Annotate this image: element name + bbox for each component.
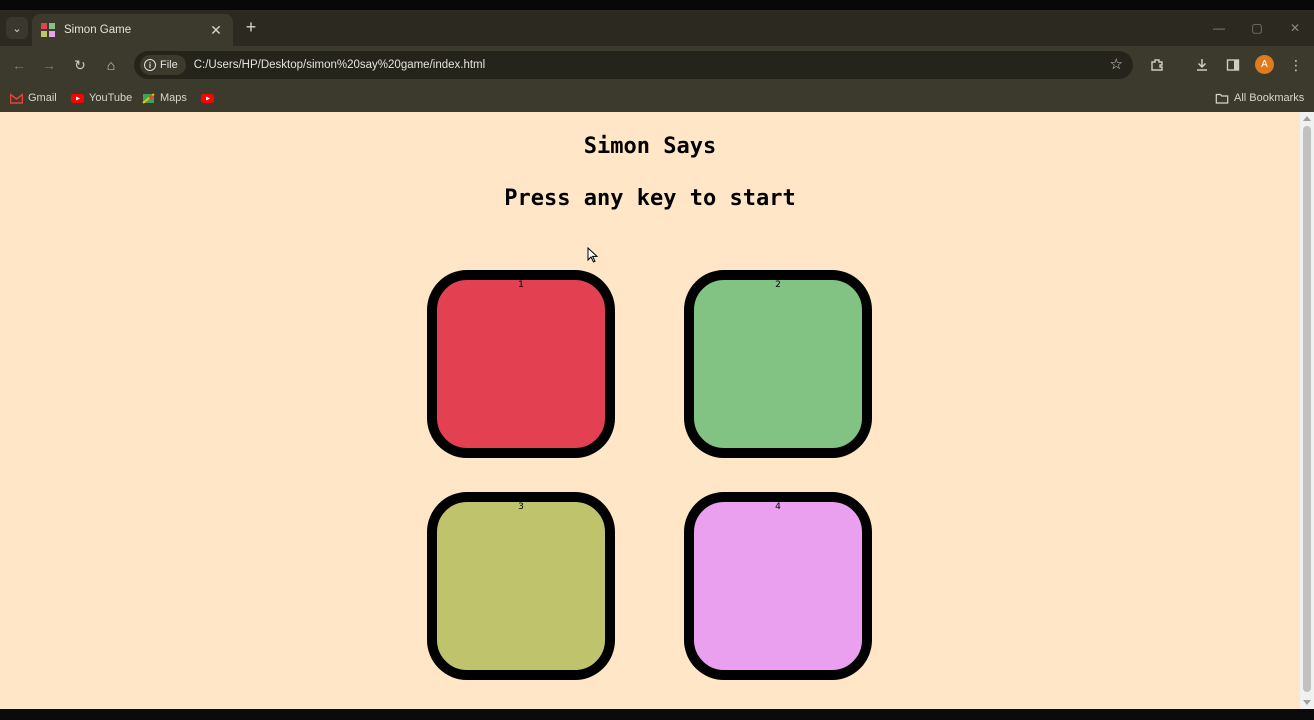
bookmarks-bar: Gmail YouTube Maps All Bookmarks: [0, 84, 1314, 112]
minimize-button[interactable]: —: [1200, 10, 1238, 46]
bookmark-star-icon[interactable]: ☆: [1110, 55, 1123, 73]
tab-favicon-icon: [41, 23, 55, 37]
maps-icon: [142, 92, 155, 104]
side-panel-icon[interactable]: [1222, 54, 1244, 76]
bookmark-gmail[interactable]: Gmail: [10, 90, 57, 106]
simon-button-purple[interactable]: 4: [684, 492, 872, 680]
download-icon[interactable]: [1191, 54, 1213, 76]
close-window-button[interactable]: ✕: [1276, 10, 1314, 46]
tab-bar: ⌄ Simon Game ✕ + — ▢ ✕: [0, 10, 1314, 46]
simon-button-green[interactable]: 2: [684, 270, 872, 458]
all-bookmarks[interactable]: All Bookmarks: [1215, 90, 1304, 106]
tab-simon-game[interactable]: Simon Game ✕: [32, 14, 233, 46]
bookmark-label: Gmail: [28, 92, 57, 104]
maximize-button[interactable]: ▢: [1238, 10, 1276, 46]
level-status-text: Press any key to start: [504, 186, 796, 211]
home-button[interactable]: ⌂: [100, 54, 122, 76]
button-number-label: 2: [775, 280, 781, 290]
bookmark-youtube-2[interactable]: [201, 90, 219, 106]
page-title: Simon Says: [583, 134, 717, 159]
new-tab-button[interactable]: +: [240, 16, 262, 38]
info-icon: i: [144, 59, 156, 71]
url-text[interactable]: C:/Users/HP/Desktop/simon%20say%20game/i…: [194, 59, 485, 71]
site-info-chip[interactable]: i File: [140, 55, 186, 75]
forward-button[interactable]: →: [38, 54, 60, 76]
scroll-up-arrow-icon[interactable]: [1303, 116, 1311, 121]
browser-toolbar: ← → ↻ ⌂ i File C:/Users/HP/Desktop/simon…: [0, 46, 1314, 84]
window-controls: — ▢ ✕: [1200, 10, 1314, 46]
youtube-icon: [71, 93, 84, 103]
bookmark-label: Maps: [160, 92, 187, 104]
simon-button-yellow[interactable]: 3: [427, 492, 615, 680]
youtube-icon: [201, 93, 214, 103]
tab-search-button[interactable]: ⌄: [6, 17, 28, 39]
vertical-scrollbar[interactable]: [1300, 112, 1314, 709]
extensions-icon[interactable]: [1146, 54, 1168, 76]
window-top-edge: [0, 0, 1314, 10]
scrollbar-thumb[interactable]: [1303, 126, 1311, 692]
simon-button-red[interactable]: 1: [427, 270, 615, 458]
bookmark-youtube[interactable]: YouTube: [71, 90, 132, 106]
chevron-down-icon: ⌄: [12, 22, 22, 35]
gmail-icon: [10, 92, 23, 104]
page-viewport: Simon Says Press any key to start 1 2 3 …: [0, 112, 1300, 709]
scroll-down-arrow-icon[interactable]: [1303, 700, 1311, 705]
all-bookmarks-label: All Bookmarks: [1234, 92, 1305, 104]
tab-title: Simon Game: [64, 24, 132, 36]
address-bar[interactable]: i File C:/Users/HP/Desktop/simon%20say%2…: [134, 51, 1133, 79]
button-number-label: 3: [518, 502, 524, 512]
back-button[interactable]: ←: [8, 54, 30, 76]
button-number-label: 4: [775, 502, 781, 512]
tab-close-icon[interactable]: ✕: [207, 22, 225, 39]
folder-icon: [1215, 93, 1229, 104]
site-chip-label: File: [160, 59, 178, 71]
profile-avatar[interactable]: A: [1255, 55, 1274, 74]
reload-button[interactable]: ↻: [69, 54, 91, 76]
bookmark-label: YouTube: [89, 92, 133, 104]
more-menu-icon[interactable]: ⋮: [1285, 54, 1307, 76]
mouse-cursor-icon: [587, 247, 599, 263]
bookmark-maps[interactable]: Maps: [142, 90, 187, 106]
window-bottom-edge: [0, 709, 1314, 720]
button-number-label: 1: [518, 280, 524, 290]
